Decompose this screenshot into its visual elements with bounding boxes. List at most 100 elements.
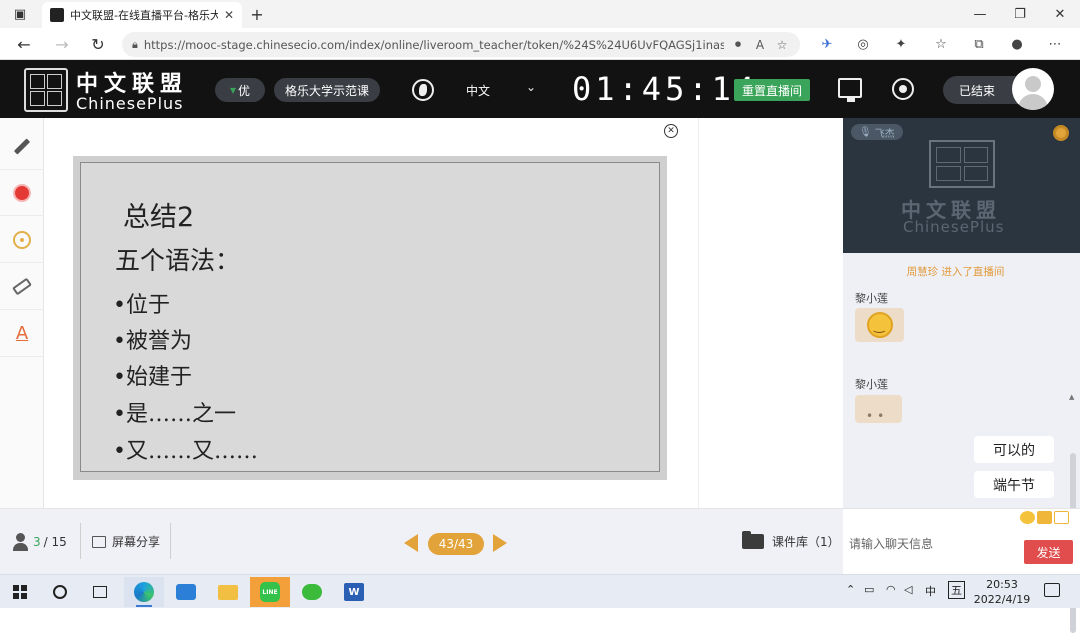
browser-tab[interactable]: 中文联盟-在线直播平台-格乐大学 ✕ — [42, 2, 242, 28]
extensions-puzzle-icon[interactable]: ✦ — [890, 34, 912, 54]
system-clock[interactable]: 20:53 2022/4/19 — [972, 577, 1032, 607]
chat-list: 周慧珍 进入了直播间 黎小莲 黎小莲 •• 可以的 端午节 ▲ — [843, 253, 1080, 633]
chat-input[interactable]: 请输入聊天信息 — [849, 535, 933, 552]
record-tool[interactable] — [0, 170, 44, 216]
divider — [698, 118, 699, 508]
close-icon[interactable]: ✕ — [664, 124, 678, 138]
task-view-button[interactable] — [80, 577, 120, 607]
extension-icon[interactable]: ✈︎ — [816, 34, 838, 54]
taskbar-word[interactable]: W — [334, 577, 374, 607]
live-timer: 01:45:14 — [572, 70, 759, 108]
favorites-icon[interactable]: ☆ — [930, 34, 952, 54]
notification-icon[interactable] — [1044, 583, 1060, 597]
note-icon[interactable] — [1054, 511, 1069, 524]
monitor-icon[interactable] — [838, 78, 862, 102]
back-icon[interactable]: ← — [12, 32, 36, 56]
tray-chevron-icon[interactable]: ⌃ — [846, 583, 855, 596]
read-aloud-icon[interactable]: A — [752, 38, 768, 52]
tab-title: 中文联盟-在线直播平台-格乐大学 — [70, 9, 218, 22]
taskbar-photos[interactable] — [166, 577, 206, 607]
pointer-tool[interactable] — [0, 217, 44, 263]
slide-subtitle: 五个语法： — [115, 246, 241, 275]
address-bar[interactable]: 🔒︎ https://mooc-stage.chinesecio.com/ind… — [122, 32, 800, 57]
taskbar-files[interactable] — [208, 577, 248, 607]
page-indicator: 43/43 — [428, 533, 484, 555]
slide-bullet: •始建于 — [113, 365, 192, 390]
browser-tab-bar: ▣ 中文联盟-在线直播平台-格乐大学 ✕ + — ❐ ✕ — [0, 0, 1080, 28]
slide-bullet: •是……之一 — [113, 402, 236, 427]
folder-icon — [218, 584, 238, 600]
taskbar-wechat[interactable] — [292, 577, 332, 607]
brand-name-en: ChinesePlus — [76, 94, 184, 113]
right-panel: 🎙︎ 飞杰 中文联盟 ChinesePlus 周慧珍 进入了直播间 黎小莲 黎小… — [843, 118, 1080, 633]
slide-bullet: •又……又…… — [113, 439, 258, 464]
clock-date: 2022/4/19 — [973, 593, 1031, 606]
avatar[interactable] — [1012, 68, 1054, 110]
prev-page-icon[interactable] — [404, 534, 418, 552]
sticker-icon: •• — [866, 409, 889, 423]
app-header: 中文联盟 ChinesePlus ▾ 优 格乐大学示范课 中文 ⌄ 01:45:… — [0, 60, 1080, 118]
minimize-icon[interactable]: — — [960, 0, 1000, 28]
text-tool[interactable]: A — [0, 311, 44, 357]
course-name: 格乐大学示范课 — [274, 78, 380, 102]
more-menu-icon[interactable]: ⋯ — [1044, 34, 1066, 54]
url-text[interactable]: https://mooc-stage.chinesecio.com/index/… — [144, 38, 724, 52]
extension-2-icon[interactable]: ◎ — [852, 34, 874, 54]
slide: 总结2 五个语法： •位于 •被誉为 •始建于 •是……之一 •又……又…… — [73, 156, 667, 480]
refresh-icon[interactable]: ↻ — [86, 32, 110, 56]
broadcast-icon[interactable] — [892, 78, 914, 100]
taskbar-line[interactable]: LINE — [250, 577, 290, 607]
volume-icon[interactable]: ◁ — [904, 583, 912, 596]
new-tab-icon[interactable]: + — [246, 4, 268, 24]
eraser-tool[interactable] — [0, 264, 44, 310]
divider — [80, 523, 81, 559]
pen-tool[interactable] — [0, 124, 44, 170]
globe-icon[interactable] — [412, 79, 434, 101]
courseware-library-button[interactable]: 课件库（1） — [742, 531, 840, 550]
start-button[interactable] — [0, 577, 40, 607]
profile-icon[interactable]: ● — [1006, 34, 1028, 54]
word-icon: W — [344, 583, 364, 601]
folder-icon — [742, 531, 764, 549]
close-tab-icon[interactable]: ✕ — [224, 8, 234, 22]
file-icon[interactable] — [1037, 511, 1052, 524]
taskbar-edge[interactable] — [124, 577, 164, 607]
ime-mode[interactable]: 五 — [948, 581, 965, 599]
end-status-label: 已结束 — [959, 84, 996, 98]
emoji-icon[interactable] — [1020, 511, 1035, 524]
quality-badge[interactable]: ▾ 优 — [215, 78, 265, 102]
language-select[interactable]: 中文 — [466, 82, 490, 99]
slide-title: 总结2 — [123, 202, 195, 233]
site-favicon-icon — [50, 8, 64, 22]
slide-bullet: •位于 — [113, 293, 170, 318]
clock-time: 20:53 — [986, 578, 1018, 591]
divider — [170, 523, 171, 559]
people-icon — [12, 533, 30, 551]
lock-icon[interactable]: 🔒︎ — [132, 38, 138, 52]
collections-icon[interactable]: ⧉ — [968, 34, 990, 54]
forward-icon[interactable]: → — [50, 32, 74, 56]
browser-toolbar: ← → ↻ 🔒︎ https://mooc-stage.chinesecio.c… — [0, 28, 1080, 60]
send-button[interactable]: 发送 — [1024, 540, 1073, 564]
gear-icon[interactable] — [1053, 125, 1069, 141]
maximize-icon[interactable]: ❐ — [1000, 0, 1040, 28]
chat-sender: 黎小莲 — [855, 292, 888, 305]
ime-indicator[interactable]: 中 — [925, 583, 936, 599]
reset-room-button[interactable]: 重置直播间 — [734, 79, 810, 101]
microphone-icon[interactable]: ⏺︎ — [730, 37, 746, 52]
screen-share-button[interactable]: 屏幕分享 — [92, 533, 160, 550]
wifi-icon[interactable]: ◠ — [886, 583, 896, 596]
search-button[interactable] — [40, 577, 80, 607]
close-window-icon[interactable]: ✕ — [1040, 0, 1080, 28]
online-count[interactable]: 3 / 15 — [12, 533, 67, 551]
brand-seal-icon — [929, 140, 995, 188]
favorite-add-icon[interactable]: ☆ — [774, 38, 790, 52]
chat-bubble-emoji — [855, 308, 904, 342]
battery-icon[interactable]: ▭ — [864, 583, 874, 596]
chevron-down-icon[interactable]: ⌄ — [526, 80, 536, 94]
screen-share-label: 屏幕分享 — [112, 535, 161, 549]
next-page-icon[interactable] — [493, 534, 507, 552]
text-icon: A — [15, 323, 29, 344]
tab-actions-icon[interactable]: ▣ — [0, 0, 40, 28]
scroll-up-icon[interactable]: ▲ — [1069, 393, 1074, 401]
